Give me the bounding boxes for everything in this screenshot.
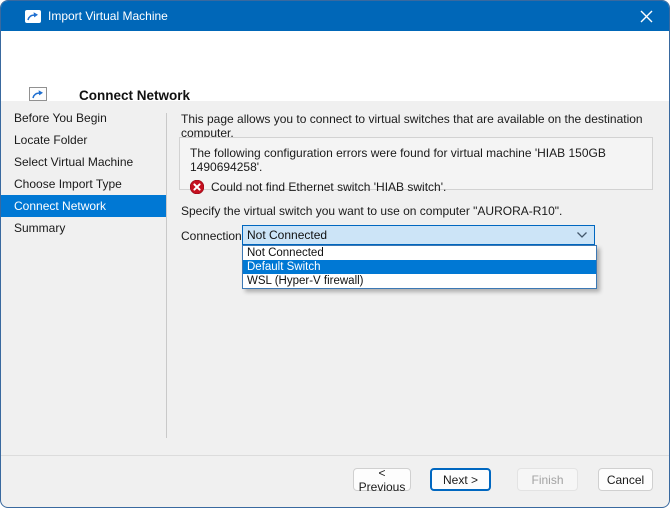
previous-button[interactable]: < Previous [353, 468, 411, 491]
error-circle-x-icon [190, 180, 204, 194]
page-title: Connect Network [79, 88, 190, 103]
chevron-down-icon [576, 231, 594, 239]
sidebar-item-locate-folder: Locate Folder [1, 129, 166, 151]
sidebar-item-select-virtual-machine: Select Virtual Machine [1, 151, 166, 173]
dropdown-option-not-connected[interactable]: Not Connected [243, 246, 596, 260]
combobox-value: Not Connected [243, 228, 576, 242]
titlebar: Import Virtual Machine [1, 1, 669, 31]
sidebar-divider [166, 113, 167, 438]
sidebar-item-summary: Summary [1, 217, 166, 239]
error-heading: The following configuration errors were … [190, 146, 642, 174]
close-icon [640, 10, 653, 23]
intro-text: This page allows you to connect to virtu… [181, 112, 653, 140]
connection-dropdown-list: Not Connected Default Switch WSL (Hyper-… [242, 245, 597, 289]
sidebar-item-choose-import-type: Choose Import Type [1, 173, 166, 195]
next-button[interactable]: Next > [430, 468, 491, 491]
import-arrow-icon [25, 10, 41, 23]
cancel-button[interactable]: Cancel [598, 468, 653, 491]
window-title: Import Virtual Machine [48, 9, 168, 23]
error-message: Could not find Ethernet switch 'HIAB swi… [211, 180, 446, 194]
config-error-box: The following configuration errors were … [179, 137, 653, 190]
wizard-header: Connect Network [1, 31, 669, 101]
wizard-steps: Before You Begin Locate Folder Select Vi… [1, 107, 166, 239]
dropdown-option-wsl-hyper-v-firewall[interactable]: WSL (Hyper-V firewall) [243, 274, 596, 288]
sidebar-item-connect-network: Connect Network [1, 195, 166, 217]
footer-divider [1, 455, 669, 456]
import-vm-dialog: Import Virtual Machine Connect Network B… [0, 0, 670, 508]
connection-label: Connection: [181, 229, 245, 243]
finish-button[interactable]: Finish [517, 468, 578, 491]
error-row: Could not find Ethernet switch 'HIAB swi… [190, 180, 642, 194]
connection-combobox[interactable]: Not Connected [242, 225, 595, 245]
close-button[interactable] [623, 1, 669, 31]
specify-text: Specify the virtual switch you want to u… [181, 204, 562, 218]
dropdown-option-default-switch[interactable]: Default Switch [243, 260, 596, 274]
sidebar-item-before-you-begin: Before You Begin [1, 107, 166, 129]
import-arrow-icon [29, 87, 47, 101]
